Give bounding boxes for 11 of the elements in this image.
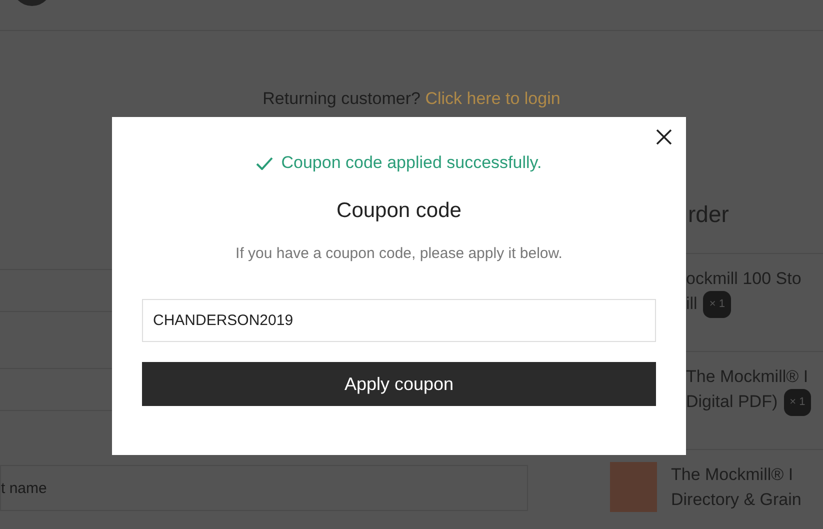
dialog-description: If you have a coupon code, please apply it below. xyxy=(236,245,562,262)
check-icon xyxy=(256,156,274,170)
quantity-badge: × 1 xyxy=(703,291,731,318)
name-field[interactable]: t name xyxy=(0,465,528,511)
coupon-code-field[interactable]: CHANDERSON2019 xyxy=(142,299,656,342)
dialog-title: Coupon code xyxy=(336,199,462,223)
success-message: Coupon code applied successfully. xyxy=(281,153,542,173)
close-icon[interactable] xyxy=(656,129,672,145)
apply-coupon-button[interactable]: Apply coupon xyxy=(142,362,656,406)
book-cover-thumbnail xyxy=(610,462,657,512)
quantity-badge: × 1 xyxy=(784,389,812,416)
